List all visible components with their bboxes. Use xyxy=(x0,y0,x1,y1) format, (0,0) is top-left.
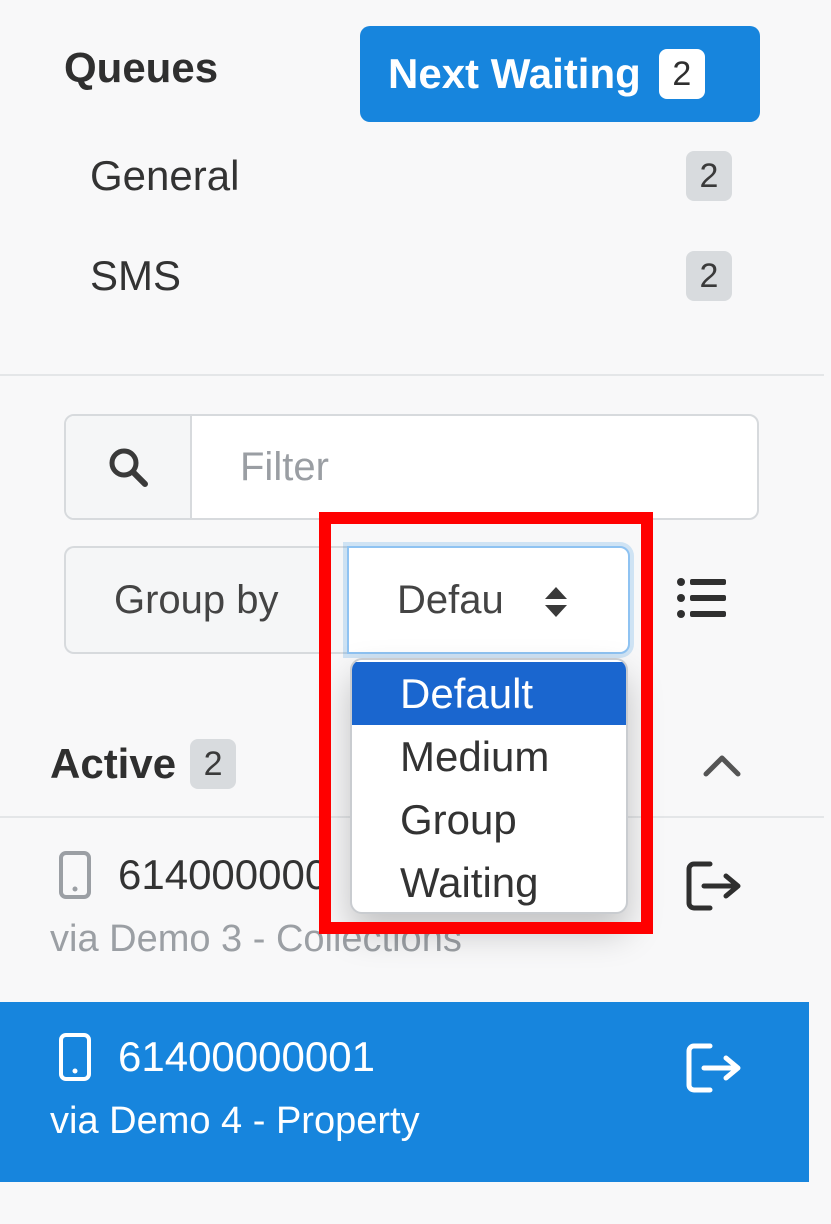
group-by-option-waiting[interactable]: Waiting xyxy=(352,851,626,912)
group-by-selected-value: Defau xyxy=(397,577,504,622)
conversation-item-selected[interactable]: 61400000001 via Demo 4 - Property xyxy=(0,1002,809,1182)
group-by-option-group[interactable]: Group xyxy=(352,788,626,851)
queue-item-general[interactable]: General 2 xyxy=(90,150,732,202)
active-count-badge: 2 xyxy=(190,739,237,789)
queue-item-label: General xyxy=(90,152,240,199)
search-icon-addon xyxy=(66,416,192,518)
filter-group xyxy=(64,414,759,520)
search-icon xyxy=(109,448,148,487)
active-title: Active xyxy=(50,740,177,787)
group-by-label: Group by xyxy=(64,546,347,654)
queue-count-badge: 2 xyxy=(686,251,732,301)
chevron-up-icon[interactable] xyxy=(700,748,744,780)
section-divider xyxy=(0,374,824,376)
exit-icon[interactable] xyxy=(684,858,746,914)
next-waiting-count-badge: 2 xyxy=(658,49,705,99)
group-by-select[interactable]: Defau xyxy=(347,546,630,654)
active-section-header: Active 2 xyxy=(50,734,237,794)
queue-item-label: SMS xyxy=(90,252,182,299)
conversation-number: 614000000 xyxy=(118,851,329,898)
next-waiting-label: Next Waiting xyxy=(388,50,641,97)
conversation-via: via Demo 3 - Collections xyxy=(50,918,462,960)
mobile-phone-icon xyxy=(59,1033,91,1081)
sort-arrows-icon xyxy=(545,587,567,617)
group-by-option-default[interactable]: Default xyxy=(352,662,626,725)
mobile-phone-icon xyxy=(59,851,91,899)
group-by-control: Group by Defau xyxy=(64,546,630,654)
next-waiting-button[interactable]: Next Waiting 2 xyxy=(360,26,760,122)
list-view-icon[interactable] xyxy=(676,576,728,620)
conversation-via: via Demo 4 - Property xyxy=(50,1100,420,1142)
queues-title: Queues xyxy=(64,44,219,91)
filter-input[interactable] xyxy=(192,416,757,518)
group-by-dropdown: Default Medium Group Waiting xyxy=(350,658,628,914)
conversation-phone-line: 61400000001 xyxy=(58,1032,375,1082)
conversation-number: 61400000001 xyxy=(118,1033,375,1080)
queue-count-badge: 2 xyxy=(686,151,732,201)
exit-icon[interactable] xyxy=(684,1040,746,1096)
queue-item-sms[interactable]: SMS 2 xyxy=(90,250,732,302)
conversation-phone-line: 614000000 xyxy=(58,850,328,900)
group-by-option-medium[interactable]: Medium xyxy=(352,725,626,788)
